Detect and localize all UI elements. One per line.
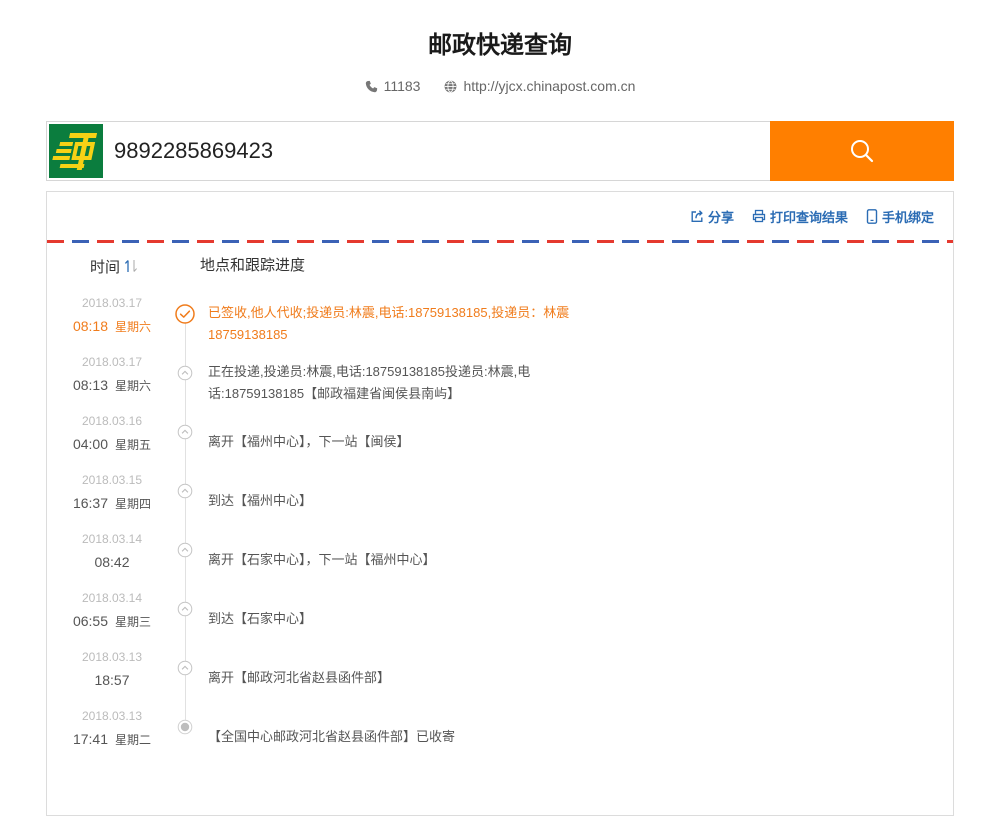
event-time-line: 04:00 星期五: [62, 434, 162, 455]
mobile-phone-icon: [866, 208, 878, 224]
search-button[interactable]: [770, 121, 954, 181]
event-time: 08:18: [72, 318, 109, 334]
event-date: 2018.03.15: [81, 473, 143, 487]
event-datetime: 2018.03.17 08:13 星期六: [62, 353, 162, 412]
dot-circle-icon: [162, 707, 208, 766]
event-description: 已签收,他人代收;投递员:林震,电话:18759138185,投递员：林震187…: [208, 294, 600, 353]
phone-icon: [365, 80, 378, 93]
event-time-line: 08:18 星期六: [62, 316, 162, 337]
event-time-line: 18:57: [62, 670, 162, 691]
event-text: 【全国中心邮政河北省赵县函件部】已收寄: [208, 728, 456, 744]
event-time-line: 08:13 星期六: [62, 375, 162, 396]
event-time-line: 08:42: [62, 552, 162, 573]
timeline-event: 2018.03.14 08:42 离开【石家中心】，下一站【福州中心】: [47, 530, 953, 589]
event-weekday: 星期六: [115, 320, 152, 334]
hotline-number: 11183: [383, 78, 421, 94]
event-date: 2018.03.14: [81, 532, 143, 546]
event-datetime: 2018.03.14 08:42: [62, 530, 162, 589]
event-date: 2018.03.17: [81, 355, 143, 369]
bind-phone-button[interactable]: 手机绑定: [866, 207, 934, 226]
event-time: 08:42: [94, 554, 130, 570]
event-time: 08:13: [72, 377, 109, 393]
sort-arrows-icon: [124, 258, 138, 274]
event-datetime: 2018.03.15 16:37 星期四: [62, 471, 162, 530]
event-date: 2018.03.13: [81, 650, 143, 664]
event-description: 离开【邮政河北省赵县函件部】: [208, 648, 600, 707]
event-weekday: 星期三: [115, 615, 152, 629]
time-sort-toggle[interactable]: 时间: [90, 243, 138, 289]
event-text: 离开【石家中心】，下一站【福州中心】: [208, 551, 436, 567]
event-date: 2018.03.16: [81, 414, 143, 428]
timeline-event: 2018.03.17 08:13 星期六 正在投递,投递员:林震,电话:1875913…: [47, 353, 953, 412]
event-time: 06:55: [72, 613, 109, 629]
event-text: 到达【石家中心】: [208, 610, 313, 626]
timeline-event: 2018.03.16 04:00 星期五 离开【福州中心】，下一站【闽侯】: [47, 412, 953, 471]
website-link[interactable]: http://yjcx.chinapost.com.cn: [463, 78, 635, 94]
event-weekday: 星期四: [115, 497, 152, 511]
share-button[interactable]: 分享: [690, 207, 734, 226]
event-time: 18:57: [94, 672, 130, 688]
share-icon: [690, 209, 704, 223]
china-post-logo: [49, 124, 103, 178]
search-field: [46, 121, 771, 181]
tracking-number-input[interactable]: [106, 122, 766, 180]
event-description: 正在投递,投递员:林震,电话:18759138185投递员:林震,电话:1875…: [208, 353, 600, 412]
event-datetime: 2018.03.13 17:41 星期二: [62, 707, 162, 766]
timeline-event: 2018.03.13 18:57 离开【邮政河北省赵县函件部】: [47, 648, 953, 707]
event-datetime: 2018.03.17 08:18 星期六: [62, 294, 162, 353]
search-bar: [46, 121, 954, 181]
check-circle-icon: [162, 294, 208, 353]
timeline-event: 2018.03.17 08:18 星期六 已签收,他人代收;投递员:林震,电话:187…: [47, 294, 953, 353]
globe-icon: [444, 80, 457, 93]
bind-phone-label: 手机绑定: [881, 209, 934, 225]
chevron-up-circle-icon: [162, 589, 208, 648]
event-time-line: 06:55 星期三: [62, 611, 162, 632]
event-datetime: 2018.03.13 18:57: [62, 648, 162, 707]
chevron-up-circle-icon: [162, 471, 208, 530]
event-text: 已签收,他人代收;投递员:林震,电话:18759138185,投递员：林震187…: [208, 304, 570, 342]
event-time-line: 16:37 星期四: [62, 493, 162, 514]
event-description: 到达【福州中心】: [208, 471, 600, 530]
event-time: 04:00: [72, 436, 109, 452]
event-text: 正在投递,投递员:林震,电话:18759138185投递员:林震,电话:1875…: [208, 363, 531, 401]
event-weekday: 星期六: [115, 379, 152, 393]
event-date: 2018.03.14: [81, 591, 143, 605]
print-results-button[interactable]: 打印查询结果: [752, 207, 848, 226]
event-description: 到达【石家中心】: [208, 589, 600, 648]
tracking-result-panel: 分享 打印查询结果 手机绑定 时间 地点和跟踪进度 2018.03.17 08:…: [46, 191, 954, 816]
contact-line: 11183 http://yjcx.chinapost.com.cn: [0, 76, 1000, 96]
event-weekday: 星期五: [115, 438, 152, 452]
result-actions: 分享 打印查询结果 手机绑定: [47, 192, 953, 240]
event-weekday: 星期二: [115, 733, 152, 747]
chevron-up-circle-icon: [162, 648, 208, 707]
event-datetime: 2018.03.16 04:00 星期五: [62, 412, 162, 471]
chevron-up-circle-icon: [162, 530, 208, 589]
tracking-timeline: 2018.03.17 08:18 星期六 已签收,他人代收;投递员:林震,电话:187…: [47, 289, 953, 766]
timeline-event: 2018.03.15 16:37 星期四 到达【福州中心】: [47, 471, 953, 530]
chevron-up-circle-icon: [162, 412, 208, 471]
event-time: 16:37: [72, 495, 109, 511]
event-text: 离开【邮政河北省赵县函件部】: [208, 669, 391, 685]
search-icon: [851, 140, 874, 163]
page-title: 邮政快递查询: [428, 32, 572, 59]
progress-column-header: 地点和跟踪进度: [200, 257, 306, 274]
time-column-header: 时间: [90, 258, 121, 276]
print-icon: [752, 209, 766, 223]
event-text: 离开【福州中心】，下一站【闽侯】: [208, 433, 410, 449]
timeline-event: 2018.03.13 17:41 星期二 【全国中心邮政河北省赵县函件部】已收寄: [47, 707, 953, 766]
timeline-event: 2018.03.14 06:55 星期三 到达【石家中心】: [47, 589, 953, 648]
event-time-line: 17:41 星期二: [62, 729, 162, 750]
event-text: 到达【福州中心】: [208, 492, 313, 508]
event-description: 【全国中心邮政河北省赵县函件部】已收寄: [208, 707, 600, 766]
print-label: 打印查询结果: [769, 209, 848, 225]
share-label: 分享: [707, 209, 734, 225]
event-datetime: 2018.03.14 06:55 星期三: [62, 589, 162, 648]
event-description: 离开【石家中心】，下一站【福州中心】: [208, 530, 600, 589]
event-date: 2018.03.17: [81, 296, 143, 310]
chevron-up-circle-icon: [162, 353, 208, 412]
event-date: 2018.03.13: [81, 709, 143, 723]
table-header: 时间 地点和跟踪进度: [47, 243, 953, 289]
event-description: 离开【福州中心】，下一站【闽侯】: [208, 412, 600, 471]
event-time: 17:41: [72, 731, 109, 747]
